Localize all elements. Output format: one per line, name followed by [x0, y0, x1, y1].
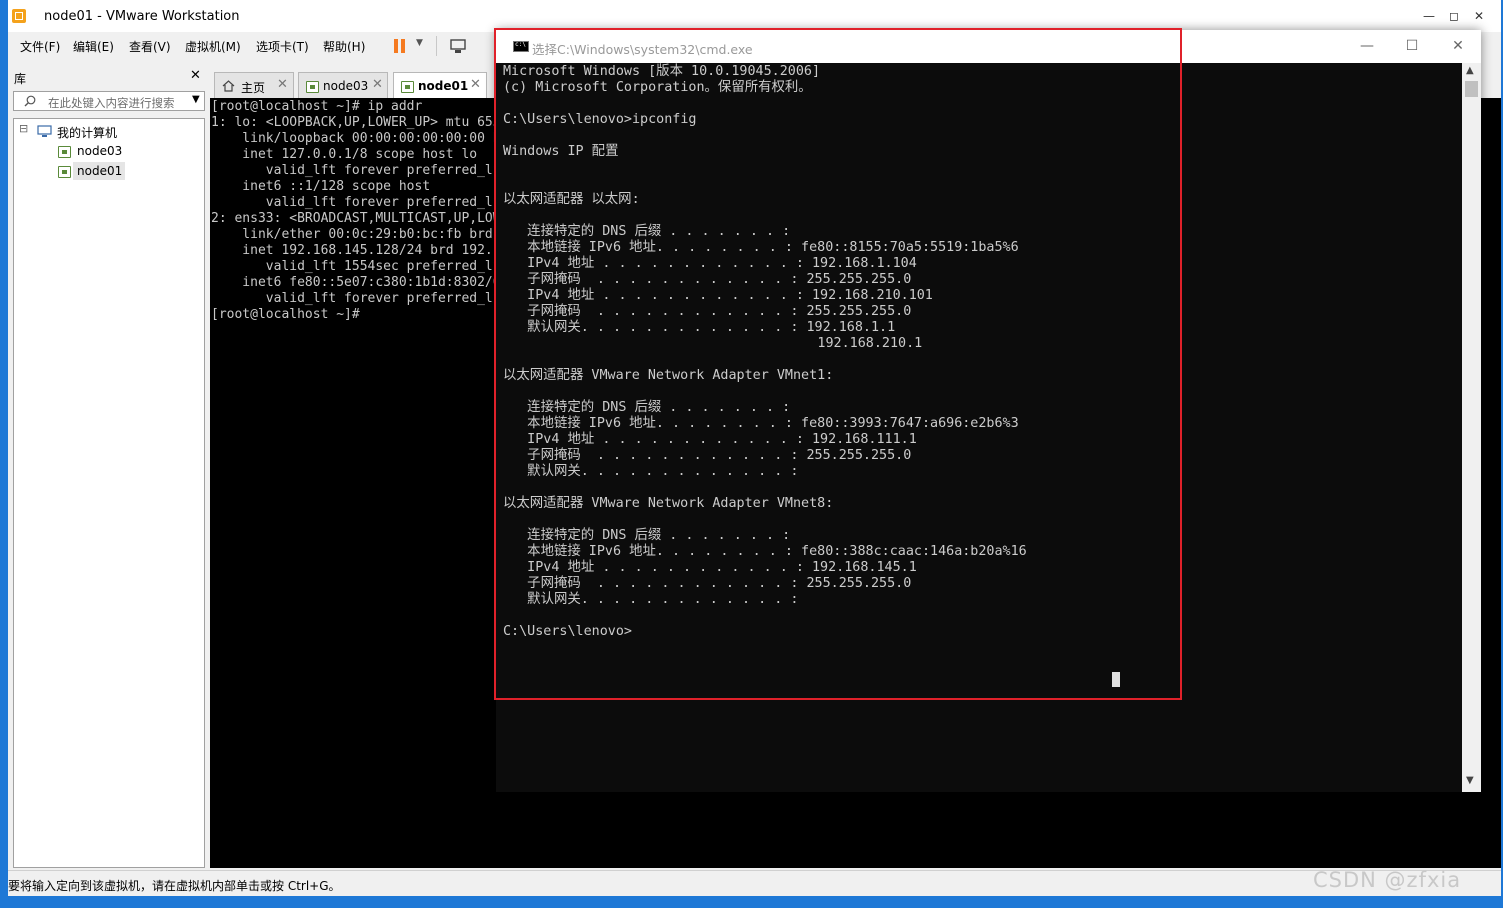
vm-icon: [401, 81, 414, 93]
tab-home-label: 主页: [241, 81, 266, 95]
tab-node03-label: node03: [323, 79, 369, 93]
scroll-down-icon[interactable]: ▼: [1466, 775, 1474, 786]
vm-icon: [58, 146, 71, 158]
cmd-title-bar[interactable]: 选择C:\Windows\system32\cmd.exe — ☐ ✕: [496, 30, 1481, 63]
search-dropdown-icon[interactable]: ▼: [192, 94, 200, 105]
tree-item-node01[interactable]: node01: [77, 164, 122, 178]
tab-strip: 主页 ✕ node03 ✕ node01 ✕: [211, 72, 501, 99]
title-bar[interactable]: node01 - VMware Workstation — ◻ ✕: [8, 0, 1501, 32]
library-panel: 库 ✕ 在此处键入内容进行搜索 ▼ ⊟ 我的计算机 node03 node01: [10, 66, 205, 868]
tab-node03[interactable]: node03 ✕: [298, 72, 388, 98]
search-icon: [24, 95, 36, 107]
vmware-logo-icon: [12, 9, 26, 23]
tab-home[interactable]: 主页 ✕: [214, 72, 294, 98]
tab-node03-close-icon[interactable]: ✕: [372, 77, 383, 92]
text-cursor: [1112, 672, 1120, 687]
vm-icon: [58, 166, 71, 178]
search-placeholder: 在此处键入内容进行搜索: [48, 96, 175, 110]
cmd-icon: [513, 41, 529, 52]
send-keys-icon[interactable]: [450, 38, 466, 54]
tab-node01-label: node01: [418, 79, 469, 93]
cmd-output: Microsoft Windows [版本 10.0.19045.2006] (…: [503, 64, 1027, 639]
home-icon: [222, 80, 235, 92]
tab-node01[interactable]: node01 ✕: [393, 72, 487, 99]
scroll-thumb[interactable]: [1465, 81, 1478, 97]
csdn-watermark: CSDN @zfxia: [1313, 868, 1462, 892]
close-button[interactable]: ✕: [1468, 6, 1490, 26]
maximize-button[interactable]: ◻: [1443, 6, 1465, 26]
pause-icon[interactable]: [394, 39, 406, 53]
menu-file[interactable]: 文件(F): [20, 38, 60, 55]
cmd-window-title: 选择C:\Windows\system32\cmd.exe: [532, 42, 753, 57]
scroll-up-icon[interactable]: ▲: [1466, 65, 1474, 76]
status-text: 要将输入定向到该虚拟机，请在虚拟机内部单击或按 Ctrl+G。: [8, 879, 341, 893]
menu-view[interactable]: 查看(V): [129, 38, 171, 55]
status-bar: 要将输入定向到该虚拟机，请在虚拟机内部单击或按 Ctrl+G。: [8, 870, 1501, 896]
pause-dropdown-icon[interactable]: ▼: [416, 38, 423, 48]
toolbar-separator: [436, 36, 437, 56]
tab-node01-close-icon[interactable]: ✕: [470, 77, 481, 92]
computer-icon: [37, 125, 52, 137]
tab-home-close-icon[interactable]: ✕: [277, 77, 288, 92]
cmd-window: 选择C:\Windows\system32\cmd.exe — ☐ ✕ Micr…: [496, 30, 1481, 792]
cmd-minimize-button[interactable]: —: [1353, 36, 1381, 56]
tree-item-node03[interactable]: node03: [77, 144, 122, 158]
menu-tabs[interactable]: 选项卡(T): [256, 38, 309, 55]
cmd-close-button[interactable]: ✕: [1444, 36, 1472, 56]
menu-vm[interactable]: 虚拟机(M): [185, 38, 241, 55]
menu-help[interactable]: 帮助(H): [323, 38, 365, 55]
cmd-maximize-button[interactable]: ☐: [1398, 36, 1426, 56]
window-title: node01 - VMware Workstation: [44, 9, 240, 24]
menu-edit[interactable]: 编辑(E): [73, 38, 114, 55]
library-title: 库: [14, 72, 27, 86]
library-search-input[interactable]: 在此处键入内容进行搜索 ▼: [13, 91, 205, 111]
minimize-button[interactable]: —: [1418, 6, 1440, 26]
tree-collapse-icon[interactable]: ⊟: [19, 122, 28, 135]
vm-icon: [306, 81, 319, 93]
library-close-button[interactable]: ✕: [190, 68, 201, 83]
library-tree: ⊟ 我的计算机 node03 node01: [13, 118, 205, 868]
cmd-scrollbar[interactable]: ▲ ▼: [1462, 63, 1481, 792]
tree-item-my-computer[interactable]: 我的计算机: [57, 124, 117, 141]
